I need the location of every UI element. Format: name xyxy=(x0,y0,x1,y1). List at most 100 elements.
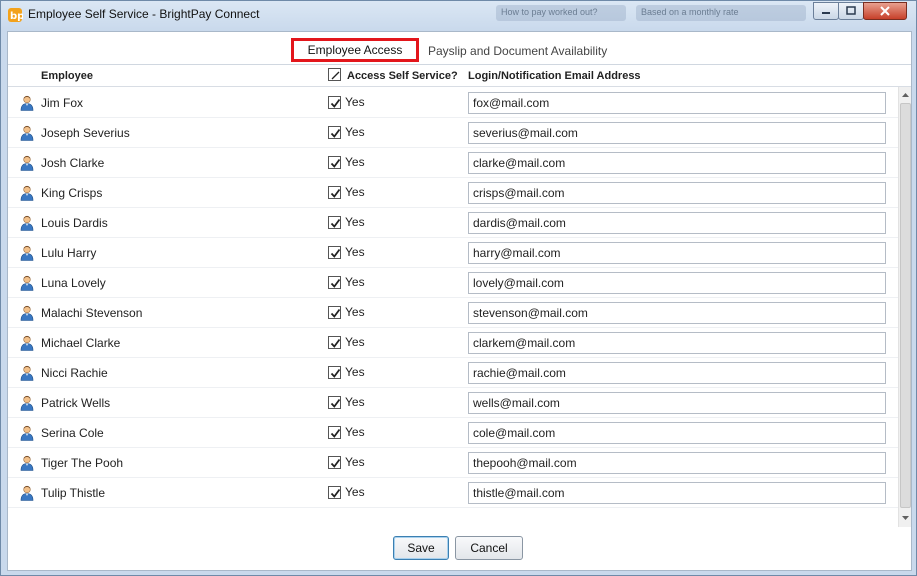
access-label: Yes xyxy=(345,335,365,349)
table-row[interactable]: Jim Fox Yes xyxy=(8,88,898,118)
table-row[interactable]: Joseph Severius Yes xyxy=(8,118,898,148)
access-label: Yes xyxy=(345,275,365,289)
access-checkbox[interactable]: Yes xyxy=(328,425,365,440)
employee-name: Tiger The Pooh xyxy=(41,456,124,470)
access-label: Yes xyxy=(345,305,365,319)
checkmark-icon xyxy=(330,129,341,139)
checkmark-icon xyxy=(330,99,341,109)
email-field[interactable] xyxy=(468,422,886,444)
table-row[interactable]: Josh Clarke Yes xyxy=(8,148,898,178)
access-checkbox[interactable]: Yes xyxy=(328,305,365,320)
table-row[interactable]: Tiger The Pooh Yes xyxy=(8,448,898,478)
save-button[interactable]: Save xyxy=(393,536,449,560)
close-button[interactable] xyxy=(863,2,907,20)
email-field[interactable] xyxy=(468,392,886,414)
table-row[interactable]: Tulip Thistle Yes xyxy=(8,478,898,508)
person-icon xyxy=(20,365,34,381)
checkmark-icon xyxy=(330,459,341,469)
email-field[interactable] xyxy=(468,302,886,324)
email-field[interactable] xyxy=(468,452,886,474)
access-checkbox[interactable]: Yes xyxy=(328,185,365,200)
person-icon xyxy=(20,155,34,171)
email-field[interactable] xyxy=(468,482,886,504)
access-checkbox[interactable]: Yes xyxy=(328,155,365,170)
access-checkbox[interactable]: Yes xyxy=(328,215,365,230)
employee-name: Jim Fox xyxy=(41,96,83,110)
close-icon xyxy=(880,6,890,16)
minimize-button[interactable] xyxy=(813,2,839,20)
employee-name: Joseph Severius xyxy=(41,126,130,140)
access-checkbox[interactable]: Yes xyxy=(328,125,365,140)
table-row[interactable]: Lulu Harry Yes xyxy=(8,238,898,268)
checkmark-icon xyxy=(330,399,341,409)
access-checkbox[interactable]: Yes xyxy=(328,395,365,410)
access-checkbox[interactable]: Yes xyxy=(328,485,365,500)
email-field[interactable] xyxy=(468,152,886,174)
employee-name: Lulu Harry xyxy=(41,246,97,260)
table-row[interactable]: Luna Lovely Yes xyxy=(8,268,898,298)
person-icon xyxy=(20,245,34,261)
access-checkbox[interactable]: Yes xyxy=(328,335,365,350)
person-icon xyxy=(20,395,34,411)
vertical-scrollbar[interactable] xyxy=(898,87,911,527)
person-icon xyxy=(20,185,34,201)
employee-name: King Crisps xyxy=(41,186,103,200)
employee-name: Michael Clarke xyxy=(41,336,121,350)
access-label: Yes xyxy=(345,425,365,439)
select-all-checkbox[interactable] xyxy=(328,68,341,81)
email-field[interactable] xyxy=(468,362,886,384)
scrollbar-thumb[interactable] xyxy=(900,103,911,508)
checkmark-icon xyxy=(330,279,341,289)
checkmark-icon xyxy=(330,339,341,349)
access-label: Yes xyxy=(345,365,365,379)
access-label: Yes xyxy=(345,215,365,229)
email-field[interactable] xyxy=(468,332,886,354)
table-row[interactable]: Louis Dardis Yes xyxy=(8,208,898,238)
checkmark-icon xyxy=(330,219,341,229)
checkmark-icon xyxy=(330,489,341,499)
column-header-email[interactable]: Login/Notification Email Address xyxy=(468,70,641,82)
employee-name: Luna Lovely xyxy=(41,276,106,290)
window-title: Employee Self Service - BrightPay Connec… xyxy=(28,7,260,21)
person-icon xyxy=(20,215,34,231)
email-field[interactable] xyxy=(468,212,886,234)
access-checkbox[interactable]: Yes xyxy=(328,455,365,470)
background-hint-2: Based on a monthly rate xyxy=(641,7,739,17)
email-field[interactable] xyxy=(468,272,886,294)
table-row[interactable]: Nicci Rachie Yes xyxy=(8,358,898,388)
employee-name: Tulip Thistle xyxy=(41,486,106,500)
cancel-button[interactable]: Cancel xyxy=(455,536,523,560)
table-row[interactable]: Serina Cole Yes xyxy=(8,418,898,448)
email-field[interactable] xyxy=(468,182,886,204)
background-hint-1: How to pay worked out? xyxy=(501,7,598,17)
scroll-up-arrow-icon[interactable] xyxy=(901,90,910,99)
maximize-button[interactable] xyxy=(838,2,864,20)
access-label: Yes xyxy=(345,95,365,109)
access-checkbox[interactable]: Yes xyxy=(328,245,365,260)
column-header-access[interactable]: Access Self Service? xyxy=(347,70,458,82)
access-checkbox[interactable]: Yes xyxy=(328,365,365,380)
access-label: Yes xyxy=(345,185,365,199)
table-row[interactable]: King Crisps Yes xyxy=(8,178,898,208)
table-row[interactable]: Michael Clarke Yes xyxy=(8,328,898,358)
title-bar[interactable]: bp Employee Self Service - BrightPay Con… xyxy=(1,1,916,29)
maximize-icon xyxy=(846,6,856,15)
employee-name: Serina Cole xyxy=(41,426,104,440)
minimize-icon xyxy=(822,12,830,14)
table-row[interactable]: Malachi Stevenson Yes xyxy=(8,298,898,328)
email-field[interactable] xyxy=(468,122,886,144)
person-icon xyxy=(20,335,34,351)
email-field[interactable] xyxy=(468,242,886,264)
table-row[interactable]: Patrick Wells Yes xyxy=(8,388,898,418)
person-icon xyxy=(20,455,34,471)
scroll-down-arrow-icon[interactable] xyxy=(901,514,910,523)
tab-employee-access[interactable]: Employee Access xyxy=(291,38,419,62)
email-field[interactable] xyxy=(468,92,886,114)
tab-payslip-document-availability[interactable]: Payslip and Document Availability xyxy=(428,44,607,58)
access-label: Yes xyxy=(345,155,365,169)
access-checkbox[interactable]: Yes xyxy=(328,275,365,290)
employee-grid: Employee Access Self Service? Login/Noti… xyxy=(8,64,911,528)
column-header-employee[interactable]: Employee xyxy=(41,70,93,82)
brightpay-logo-icon: bp xyxy=(8,8,23,22)
access-checkbox[interactable]: Yes xyxy=(328,95,365,110)
